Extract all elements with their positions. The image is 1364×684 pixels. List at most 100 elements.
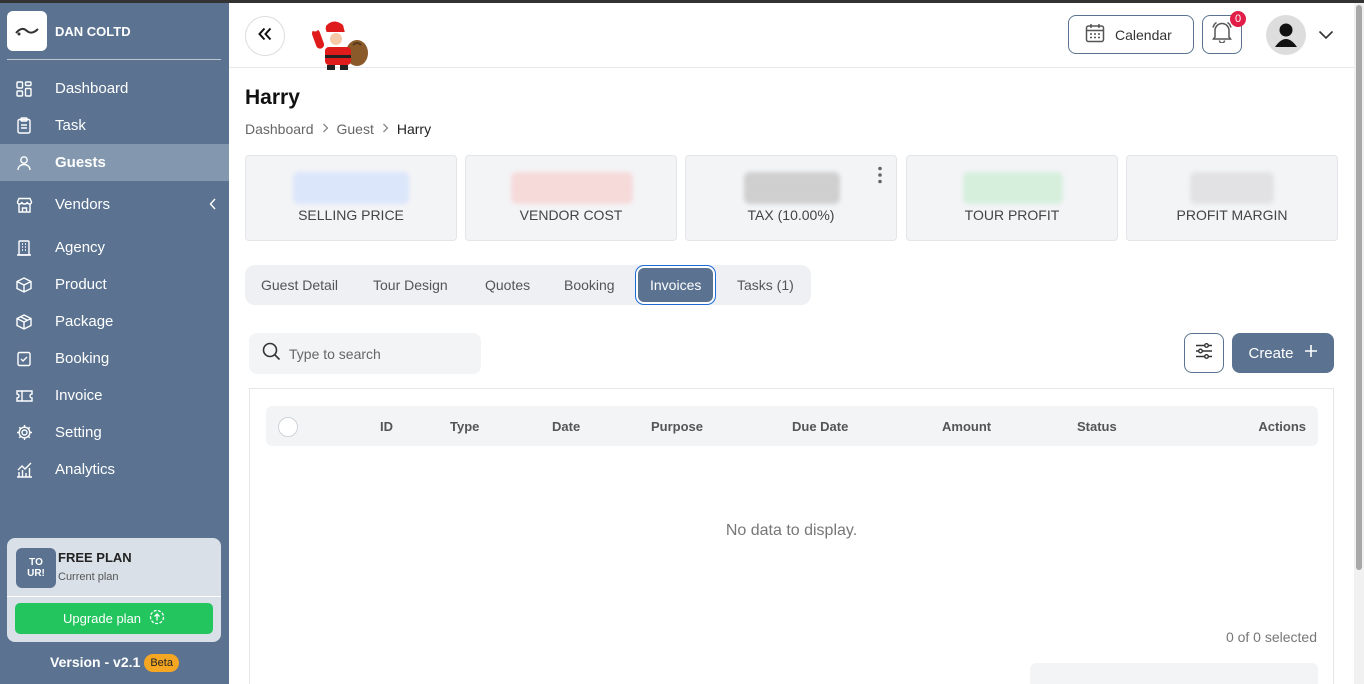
sidebar-item-product[interactable]: Product — [0, 266, 229, 303]
tab-quotes[interactable]: Quotes — [485, 265, 530, 305]
stat-label: TOUR PROFIT — [964, 207, 1060, 223]
booking-icon — [15, 350, 33, 368]
stat-label: SELLING PRICE — [298, 207, 404, 223]
tab-tasks[interactable]: Tasks (1) — [737, 265, 794, 305]
brand-logo-icon — [7, 11, 47, 51]
chevron-down-icon[interactable] — [1318, 27, 1334, 45]
analytics-icon — [15, 461, 33, 479]
version-info: Version - v2.1 Beta — [0, 654, 229, 672]
top-bar: Calendar 0 — [229, 3, 1354, 70]
plan-title: FREE PLAN — [58, 550, 132, 565]
search-icon — [262, 342, 281, 366]
column-header-id[interactable]: ID — [380, 419, 393, 434]
scrollbar-thumb[interactable] — [1356, 5, 1362, 570]
store-icon — [15, 196, 33, 214]
upgrade-plan-button[interactable]: Upgrade plan — [15, 603, 213, 634]
plan-subtitle: Current plan — [58, 571, 119, 583]
empty-state-text: No data to display. — [725, 522, 858, 539]
ticket-icon — [15, 387, 33, 405]
column-header-status[interactable]: Status — [1077, 419, 1117, 434]
calendar-label: Calendar — [1115, 26, 1172, 43]
brand-name: DAN COLTD — [55, 23, 131, 39]
collapse-sidebar-button[interactable] — [245, 16, 285, 56]
sidebar-item-label: Agency — [55, 239, 106, 256]
tab-bar: Guest Detail Tour Design Quotes Booking … — [245, 265, 811, 305]
sidebar-item-package[interactable]: Package — [0, 303, 229, 340]
sidebar-item-label: Guests — [55, 154, 106, 171]
sliders-icon — [1195, 342, 1213, 365]
divider — [7, 596, 221, 597]
tour-logo-icon: TO UR! — [16, 548, 56, 588]
sidebar-item-label: Package — [55, 313, 114, 330]
divider — [7, 59, 221, 60]
column-header-date[interactable]: Date — [552, 419, 580, 434]
window-top-border — [0, 0, 1364, 3]
calendar-button[interactable]: Calendar — [1068, 15, 1194, 54]
create-button[interactable]: Create — [1232, 333, 1334, 373]
avatar[interactable] — [1266, 15, 1306, 55]
stat-value-hidden — [511, 172, 633, 204]
filter-button[interactable] — [1184, 333, 1224, 373]
column-header-type[interactable]: Type — [450, 419, 479, 434]
box-icon — [15, 276, 33, 294]
stat-value-hidden — [963, 172, 1063, 204]
stat-label: VENDOR COST — [519, 207, 623, 223]
chevron-right-icon — [382, 122, 389, 136]
sidebar-item-label: Analytics — [55, 461, 116, 478]
dashboard-icon — [15, 80, 33, 98]
sidebar-item-dashboard[interactable]: Dashboard — [0, 70, 229, 107]
search-input[interactable] — [289, 345, 469, 362]
sidebar-item-guests[interactable]: Guests — [0, 144, 229, 181]
sidebar: DAN COLTD Dashboard Task Guests Vendors … — [0, 3, 229, 684]
breadcrumb-dashboard[interactable]: Dashboard — [245, 121, 314, 137]
stat-card-tax: TAX (10.00%) — [685, 155, 897, 241]
sidebar-item-task[interactable]: Task — [0, 107, 229, 144]
calendar-icon — [1085, 23, 1105, 46]
gear-icon — [15, 424, 33, 442]
stat-label: TAX (10.00%) — [747, 207, 835, 223]
page-scrollbar[interactable] — [1354, 3, 1364, 684]
column-header-due-date[interactable]: Due Date — [792, 419, 848, 434]
bell-icon — [1212, 21, 1232, 48]
stat-card-selling-price: SELLING PRICE — [245, 155, 457, 241]
select-all-checkbox[interactable] — [278, 417, 298, 437]
sidebar-item-vendors[interactable]: Vendors — [0, 186, 229, 223]
sidebar-item-label: Vendors — [55, 196, 111, 213]
create-label: Create — [1248, 344, 1294, 362]
breadcrumb-current: Harry — [396, 121, 432, 137]
sidebar-item-label: Invoice — [55, 387, 103, 404]
plan-logo-bottom: UR! — [27, 568, 45, 579]
sidebar-item-invoice[interactable]: Invoice — [0, 377, 229, 414]
sidebar-item-setting[interactable]: Setting — [0, 414, 229, 451]
clipboard-icon — [15, 117, 33, 135]
chevron-right-icon — [322, 122, 329, 136]
pagination-bar — [1030, 663, 1318, 684]
stat-value-hidden — [1190, 172, 1274, 204]
sidebar-item-label: Dashboard — [55, 80, 129, 97]
chevrons-left-icon — [257, 27, 273, 46]
sidebar-item-booking[interactable]: Booking — [0, 340, 229, 377]
breadcrumb-guest[interactable]: Guest — [337, 121, 374, 137]
user-icon — [15, 154, 33, 172]
column-header-actions: Actions — [1258, 419, 1306, 434]
package-icon — [15, 313, 33, 331]
version-label: Version - v2.1 — [50, 654, 141, 670]
tab-booking[interactable]: Booking — [564, 265, 615, 305]
column-header-amount[interactable]: Amount — [942, 419, 991, 434]
stat-card-vendor-cost: VENDOR COST — [465, 155, 677, 241]
tab-tour-design[interactable]: Tour Design — [373, 265, 448, 305]
breadcrumb: Dashboard Guest Harry — [245, 121, 431, 137]
more-options-icon[interactable] — [878, 166, 882, 184]
sidebar-item-agency[interactable]: Agency — [0, 229, 229, 266]
tab-guest-detail[interactable]: Guest Detail — [261, 265, 338, 305]
tab-invoices[interactable]: Invoices — [638, 268, 714, 302]
brand[interactable]: DAN COLTD — [7, 11, 221, 51]
building-icon — [15, 239, 33, 257]
stat-value-hidden — [293, 172, 409, 204]
stat-card-profit-margin: PROFIT MARGIN — [1126, 155, 1338, 241]
page-title: Harry — [245, 86, 300, 109]
selection-count: 0 of 0 selected — [1225, 629, 1317, 645]
sidebar-item-analytics[interactable]: Analytics — [0, 451, 229, 488]
upgrade-plan-label: Upgrade plan — [62, 611, 142, 626]
column-header-purpose[interactable]: Purpose — [651, 419, 703, 434]
